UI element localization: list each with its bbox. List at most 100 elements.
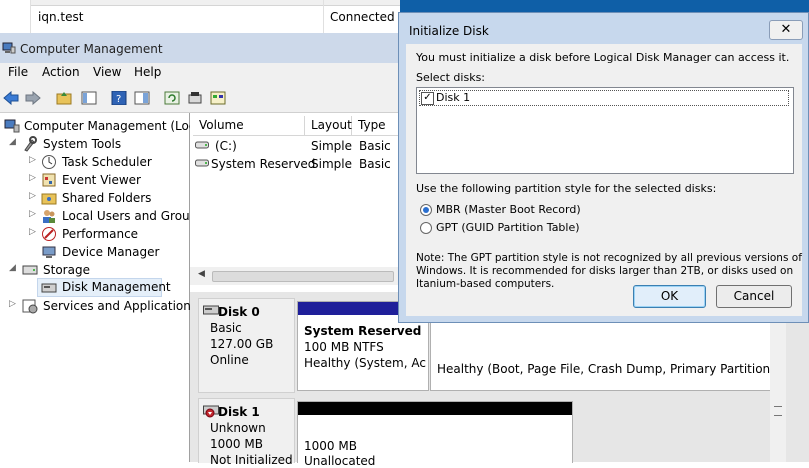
volume-row[interactable]: (C:) Simple Basic: [193, 137, 400, 155]
disk-management-icon: [41, 283, 57, 293]
collapse-arrow-icon[interactable]: ◢: [9, 137, 19, 147]
volume-drive-icon: [195, 141, 209, 149]
tree-item-services-applications[interactable]: ▷ Services and Applications: [0, 297, 197, 315]
volume-type: Basic: [359, 139, 391, 153]
disk-1-info[interactable]: Disk 1 Unknown 1000 MB Not Initialized: [198, 398, 295, 467]
tree-item-disk-management[interactable]: Disk Management: [37, 278, 171, 297]
horizontal-scrollbar[interactable]: ◀: [190, 267, 400, 285]
mbr-radio[interactable]: [420, 204, 432, 216]
scrollbar-grip[interactable]: [774, 406, 782, 416]
gpt-radio[interactable]: [420, 222, 432, 234]
disk-not-initialized-icon: [203, 405, 219, 418]
expand-arrow-icon[interactable]: ▷: [29, 209, 39, 219]
column-header-type[interactable]: Type: [352, 116, 401, 136]
volume-name: (C:): [215, 139, 237, 153]
partition-filesystem: 100 MB NTFS: [304, 340, 384, 354]
tree-item-shared-folders[interactable]: ▷ Shared Folders: [0, 189, 189, 207]
partition-status: Healthy (Boot, Page File, Crash Dump, Pr…: [437, 362, 775, 376]
forward-arrow-icon[interactable]: [24, 89, 42, 107]
volume-name: System Reserved: [211, 157, 316, 171]
volume-layout: Simple: [311, 139, 352, 153]
refresh-icon[interactable]: [163, 89, 181, 107]
navigation-tree: Computer Management (Local ◢ System Tool…: [0, 113, 206, 462]
disk-properties-icon[interactable]: [209, 89, 227, 107]
initialize-disk-dialog: Initialize Disk ✕ You must initialize a …: [398, 12, 809, 323]
help-icon[interactable]: ?: [110, 89, 128, 107]
scroll-left-arrow-icon[interactable]: ◀: [198, 269, 205, 279]
tree-label: Event Viewer: [62, 173, 141, 187]
tree-item-event-viewer[interactable]: ▷ Event Viewer: [0, 171, 189, 189]
computer-management-icon: [4, 119, 20, 133]
disk-0-info[interactable]: Disk 0 Basic 127.00 GB Online: [198, 298, 295, 393]
expand-arrow-icon[interactable]: ▷: [29, 155, 39, 165]
select-disks-label: Select disks:: [416, 71, 486, 84]
expand-arrow-icon[interactable]: ▷: [29, 173, 39, 183]
tree-item-device-manager[interactable]: Device Manager: [0, 243, 189, 261]
gpt-label[interactable]: GPT (GUID Partition Table): [436, 221, 580, 234]
background-window: iqn.test Connected: [0, 0, 400, 34]
device-manager-icon: [42, 246, 56, 258]
tree-item-storage[interactable]: ◢ Storage: [0, 261, 189, 279]
menu-view[interactable]: View: [93, 65, 121, 79]
rescan-disks-icon[interactable]: [186, 89, 204, 107]
computer-management-icon: [2, 42, 16, 54]
dialog-intro-text: You must initialize a disk before Logica…: [416, 51, 790, 64]
column-header-layout[interactable]: Layout: [305, 116, 352, 136]
show-hide-tree-icon[interactable]: [80, 89, 98, 107]
target-status: Connected: [330, 10, 395, 24]
mbr-label[interactable]: MBR (Master Boot Record): [436, 203, 581, 216]
disk-1-checkbox[interactable]: ✓: [421, 92, 434, 105]
disk-state: Online: [210, 353, 249, 367]
column-header-volume[interactable]: Volume: [193, 116, 305, 136]
disk-icon: [203, 305, 219, 315]
svg-text:?: ?: [116, 94, 121, 105]
target-row[interactable]: iqn.test Connected: [30, 7, 400, 27]
expand-arrow-icon[interactable]: ▷: [9, 299, 19, 309]
clock-icon: [42, 155, 56, 169]
tree-item-system-tools[interactable]: ◢ System Tools: [0, 135, 189, 153]
header-label: Volume: [199, 118, 244, 132]
background-list-header: [30, 0, 400, 6]
volume-row[interactable]: System Reserved Simple Basic: [193, 155, 400, 173]
disk-kind: Unknown: [210, 421, 266, 435]
partition-unallocated[interactable]: 1000 MB Unallocated: [297, 401, 573, 468]
dialog-body: You must initialize a disk before Logica…: [406, 44, 802, 316]
tree-label: System Tools: [43, 137, 122, 151]
target-name: iqn.test: [38, 10, 84, 24]
back-arrow-icon[interactable]: [2, 89, 20, 107]
partition-name: System Reserved: [304, 324, 422, 338]
cancel-button[interactable]: Cancel: [716, 285, 792, 308]
disk-kind: Basic: [210, 321, 242, 335]
properties-pane-icon[interactable]: [133, 89, 151, 107]
expand-arrow-icon[interactable]: ▷: [29, 227, 39, 237]
menu-file[interactable]: File: [8, 65, 28, 79]
expand-arrow-icon[interactable]: ▷: [29, 191, 39, 201]
services-icon: [22, 299, 38, 314]
up-folder-icon[interactable]: [55, 89, 73, 107]
disk-item-label: Disk 1: [436, 91, 471, 104]
tree-item-local-users-groups[interactable]: ▷ Local Users and Groups: [0, 207, 204, 225]
volume-drive-icon: [195, 159, 209, 167]
tree-label: Task Scheduler: [62, 155, 152, 169]
disk-list-item[interactable]: ✓ Disk 1: [419, 90, 789, 106]
storage-icon: [22, 265, 38, 275]
shared-folder-icon: [41, 193, 57, 205]
menu-help[interactable]: Help: [134, 65, 161, 79]
tree-item-computer-management[interactable]: Computer Management (Local: [0, 117, 206, 135]
tree-item-task-scheduler[interactable]: ▷ Task Scheduler: [0, 153, 189, 171]
tree-item-performance[interactable]: ▷ Performance: [0, 225, 189, 243]
menu-action[interactable]: Action: [42, 65, 80, 79]
gpt-note-line-2: Windows. It is recommended for disks lar…: [416, 265, 794, 277]
disk-list: ✓ Disk 1: [416, 87, 794, 174]
partition-state: Unallocated: [304, 454, 376, 468]
partition-style-label: Use the following partition style for th…: [416, 182, 717, 195]
close-button[interactable]: ✕: [769, 20, 803, 40]
collapse-arrow-icon[interactable]: ◢: [9, 263, 19, 273]
dialog-title: Initialize Disk: [409, 24, 489, 38]
tree-label: Disk Management: [62, 280, 171, 294]
disk-name: Disk 0: [218, 305, 260, 319]
ok-button[interactable]: OK: [633, 285, 706, 308]
partition-status: Healthy (System, Acti: [304, 356, 426, 370]
scrollbar-thumb[interactable]: [212, 271, 394, 282]
volume-list: Volume Layout Type (C:) Simple Basic Sys…: [190, 113, 401, 292]
